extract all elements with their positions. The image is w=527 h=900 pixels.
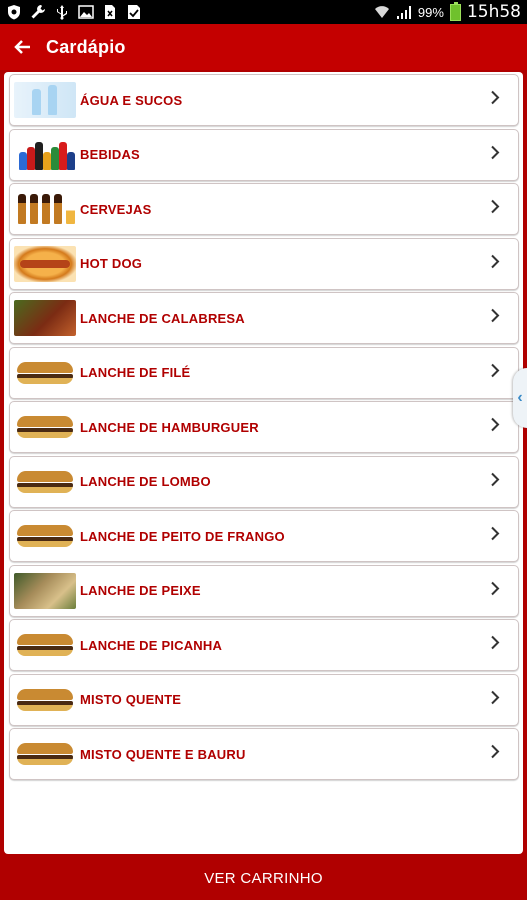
chevron-right-icon — [490, 472, 500, 491]
list-item[interactable]: CERVEJAS — [9, 183, 519, 235]
category-thumbnail — [14, 300, 76, 336]
list-item-label: LANCHE DE PEITO DE FRANGO — [80, 528, 285, 544]
list-item[interactable]: MISTO QUENTE — [9, 673, 519, 726]
category-thumbnail — [14, 572, 76, 609]
chevron-right-icon — [490, 145, 500, 164]
list-item-label: HOT DOG — [80, 256, 143, 271]
chevron-right-icon — [490, 308, 500, 328]
list-item[interactable]: MISTO QUENTE E BAURU — [9, 728, 519, 780]
chevron-right-icon — [490, 744, 500, 764]
category-thumbnail — [14, 627, 76, 663]
side-drawer-handle[interactable]: ‹ — [513, 368, 527, 428]
list-item[interactable]: ÁGUA E SUCOS — [9, 74, 519, 126]
list-item-label: BEBIDAS — [80, 147, 140, 162]
list-item[interactable]: LANCHE DE FILÉ — [9, 346, 519, 399]
battery-percent: 99% — [417, 4, 444, 20]
arrow-left-icon[interactable] — [0, 24, 46, 70]
category-thumbnail — [14, 518, 76, 554]
chevron-right-icon — [490, 363, 500, 382]
category-thumbnail — [14, 463, 76, 500]
list-item[interactable]: LANCHE DE PEITO DE FRANGO — [9, 510, 519, 562]
clock: 15h58 — [466, 2, 521, 22]
category-thumbnail — [14, 736, 76, 772]
category-thumbnail — [14, 681, 76, 718]
list-item-label: MISTO QUENTE — [80, 692, 182, 707]
list-item[interactable]: LANCHE DE HAMBURGUER — [9, 401, 519, 453]
page-title: Cardápio — [46, 36, 126, 57]
list-item-label: LANCHE DE PICANHA — [80, 637, 223, 653]
notification-icons — [6, 4, 142, 20]
list-item[interactable]: BEBIDAS — [9, 128, 519, 181]
category-list: ÁGUA E SUCOS BEBIDAS CERVEJAS HOT DOG LANCHE… — [9, 74, 519, 783]
chevron-right-icon — [490, 690, 500, 709]
category-thumbnail — [14, 82, 76, 118]
category-thumbnail — [14, 245, 76, 282]
list-item[interactable]: LANCHE DE LOMBO — [9, 455, 519, 508]
list-item[interactable]: LANCHE DE PICANHA — [9, 619, 519, 671]
action-bar: Cardápio — [0, 24, 527, 70]
chevron-right-icon — [490, 199, 500, 219]
category-thumbnail — [14, 409, 76, 445]
list-item-label: LANCHE DE HAMBURGUER — [80, 419, 259, 435]
list-item[interactable]: HOT DOG — [9, 237, 519, 290]
list-item[interactable]: LANCHE DE PEIXE — [9, 564, 519, 617]
chevron-left-icon: ‹ — [517, 389, 523, 406]
battery-icon — [449, 1, 461, 21]
shield-icon — [8, 5, 20, 20]
list-item-label: LANCHE DE CALABRESA — [80, 310, 245, 326]
view-cart-button[interactable]: VER CARRINHO — [0, 856, 527, 900]
chevron-right-icon — [490, 417, 500, 437]
wrench-icon — [31, 5, 45, 19]
usb-icon — [57, 5, 67, 20]
list-item-label: LANCHE DE LOMBO — [80, 474, 211, 489]
category-thumbnail — [14, 354, 76, 391]
list-item-label: LANCHE DE PEIXE — [80, 583, 201, 598]
system-status: 99% 15h58 — [374, 1, 521, 22]
chevron-right-icon — [490, 254, 500, 273]
chevron-right-icon — [490, 581, 500, 600]
chevron-right-icon — [490, 526, 500, 546]
chevron-right-icon — [490, 635, 500, 655]
signal-icon — [396, 6, 411, 19]
category-thumbnail — [14, 191, 76, 227]
wifi-icon — [374, 6, 389, 18]
menu-panel: ÁGUA E SUCOS BEBIDAS CERVEJAS HOT DOG LANCHE… — [4, 72, 523, 854]
list-item-label: ÁGUA E SUCOS — [80, 92, 183, 108]
chevron-right-icon — [490, 90, 500, 110]
category-thumbnail — [14, 136, 76, 173]
sim-x-icon — [105, 5, 115, 19]
status-bar: 99% 15h58 — [0, 0, 527, 24]
list-item-label: LANCHE DE FILÉ — [80, 365, 191, 380]
check-clipboard-icon — [128, 5, 140, 19]
list-item-label: CERVEJAS — [80, 201, 152, 217]
list-item-label: MISTO QUENTE E BAURU — [80, 746, 246, 762]
image-icon — [78, 5, 94, 19]
list-item[interactable]: LANCHE DE CALABRESA — [9, 292, 519, 344]
